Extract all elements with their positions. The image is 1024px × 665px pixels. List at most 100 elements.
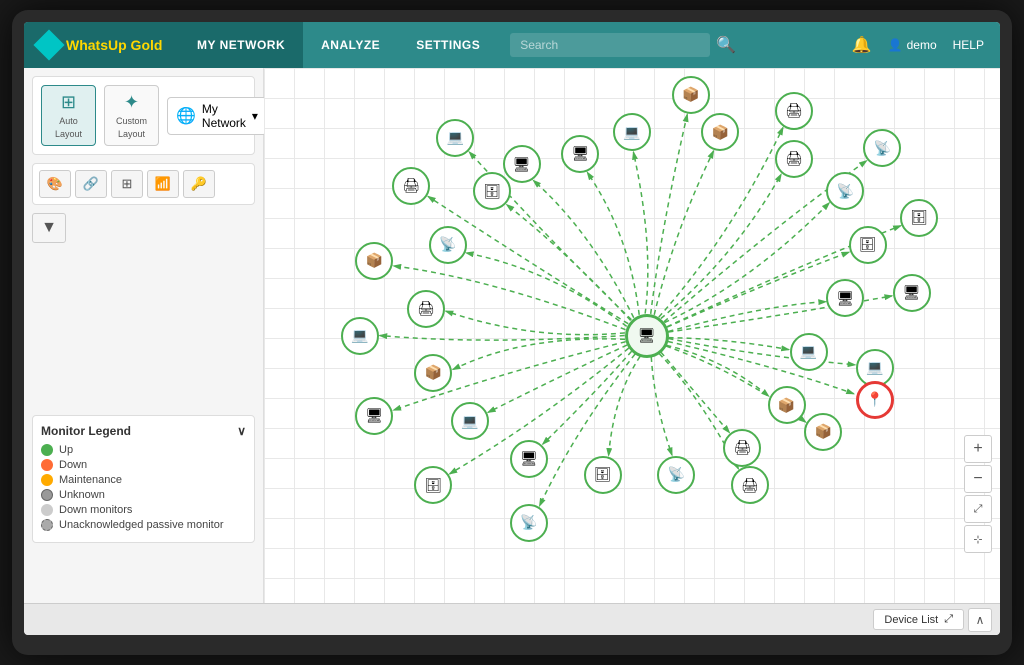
network-node-center[interactable]: 🖥 (625, 314, 669, 358)
network-node[interactable]: 📦 (414, 354, 452, 392)
node-icon: 📡 (837, 183, 854, 200)
down-status-dot (41, 459, 53, 471)
node-icon: 🗄 (594, 466, 612, 483)
node-icon: 🖥 (903, 284, 921, 301)
panel-collapse-button[interactable]: ∧ (968, 608, 992, 632)
network-node[interactable]: 💻 (341, 317, 379, 355)
network-node[interactable]: 🖥 (503, 145, 541, 183)
network-node[interactable]: 📦 (355, 242, 393, 280)
help-link[interactable]: HELP (953, 38, 984, 52)
legend-collapse-icon[interactable]: ∨ (237, 424, 246, 438)
node-icon: 📡 (520, 514, 537, 531)
network-node[interactable]: 🗄 (849, 226, 887, 264)
node-icon: 📦 (366, 252, 383, 269)
custom-layout-button[interactable]: ✦ Custom Layout (104, 85, 159, 146)
network-node-alert[interactable]: 📍 (856, 381, 894, 419)
grid-icon-btn[interactable]: ⊞ (111, 170, 143, 198)
network-node[interactable]: 📡 (510, 504, 548, 542)
network-node[interactable]: 📡 (429, 226, 467, 264)
legend-title: Monitor Legend (41, 424, 131, 438)
network-node[interactable]: 🗄 (414, 466, 452, 504)
network-node[interactable]: 🗄 (900, 199, 938, 237)
node-icon: 🖥 (572, 145, 590, 162)
fit-screen-button[interactable]: ⤢ (964, 495, 992, 523)
bottom-toolbar: Device List ⤢ ∧ (24, 603, 1000, 635)
network-node[interactable]: 🖨 (723, 429, 761, 467)
network-node[interactable]: 🖥 (355, 397, 393, 435)
link-icon-btn[interactable]: 🔗 (75, 170, 107, 198)
nav-item-mynetwork[interactable]: MY NETWORK (179, 22, 303, 68)
wifi-icon-btn[interactable]: 📶 (147, 170, 179, 198)
network-node[interactable]: 🗄 (584, 456, 622, 494)
alert-node-icon: 📍 (866, 391, 883, 408)
notification-icon[interactable]: 🔔 (852, 35, 872, 55)
legend-item-down: Down (41, 459, 246, 471)
network-node[interactable]: 📡 (826, 172, 864, 210)
monitors-status-dot (41, 504, 53, 516)
node-icon: 💻 (447, 129, 464, 146)
search-input[interactable] (510, 33, 710, 57)
key-icon-btn[interactable]: 🔑 (183, 170, 215, 198)
user-icon: 👤 (888, 38, 903, 52)
network-node[interactable]: 📡 (863, 129, 901, 167)
network-node[interactable]: 🗄 (473, 172, 511, 210)
legend-header: Monitor Legend ∨ (41, 424, 246, 438)
legend-item-maintenance: Maintenance (41, 474, 246, 486)
network-node[interactable]: 📦 (804, 413, 842, 451)
network-node[interactable]: 📦 (672, 76, 710, 114)
network-node[interactable]: 💻 (790, 333, 828, 371)
auto-layout-icon: ⊞ (61, 92, 76, 113)
legend-item-monitors: Down monitors (41, 504, 246, 516)
icon-toolbar: 🎨 🔗 ⊞ 📶 🔑 (32, 163, 255, 205)
network-selector[interactable]: 🌐 My Network ▾ (167, 97, 267, 135)
network-node[interactable]: 🖥 (561, 135, 599, 173)
legend-label-passive: Unacknowledged passive monitor (59, 519, 223, 531)
network-node[interactable]: 🖥 (893, 274, 931, 312)
network-node[interactable]: 📦 (768, 386, 806, 424)
device-list-button[interactable]: Device List ⤢ (873, 609, 964, 630)
node-icon: 🖨 (417, 300, 435, 317)
network-node[interactable]: 🖥 (826, 279, 864, 317)
nav-item-settings[interactable]: SETTINGS (398, 22, 498, 68)
network-node[interactable]: 🖨 (392, 167, 430, 205)
monitor-frame: WhatsUp Gold MY NETWORK ANALYZE SETTINGS… (12, 10, 1012, 655)
nav-item-analyze[interactable]: ANALYZE (303, 22, 398, 68)
network-node[interactable]: 💻 (613, 113, 651, 151)
network-node[interactable]: 🖨 (775, 92, 813, 130)
node-icon: 💻 (351, 327, 368, 344)
search-icon[interactable]: 🔍 (716, 35, 736, 55)
node-icon: 📦 (425, 364, 442, 381)
legend-label-unknown: Unknown (59, 489, 105, 501)
network-node[interactable]: 🖨 (775, 140, 813, 178)
network-node[interactable]: 📡 (657, 456, 695, 494)
node-icon: 🗄 (483, 183, 501, 200)
network-node[interactable]: 🖥 (510, 440, 548, 478)
unknown-status-dot (41, 489, 53, 501)
maintenance-status-dot (41, 474, 53, 486)
zoom-out-button[interactable]: − (964, 465, 992, 493)
network-node[interactable]: 🖨 (731, 466, 769, 504)
select-area-button[interactable]: ⊹ (964, 525, 992, 553)
node-icon: 🖥 (837, 290, 855, 307)
node-icon: 📦 (815, 423, 832, 440)
auto-layout-label: Auto (59, 116, 78, 126)
zoom-in-button[interactable]: + (964, 435, 992, 463)
main-content: ⊞ Auto Layout ✦ Custom Layout 🌐 My Netwo… (24, 68, 1000, 603)
network-node[interactable]: 🖨 (407, 290, 445, 328)
network-node[interactable]: 💻 (436, 119, 474, 157)
legend-item-up: Up (41, 444, 246, 456)
auto-layout-button[interactable]: ⊞ Auto Layout (41, 85, 96, 146)
node-icon: 🖨 (734, 439, 752, 456)
network-node[interactable]: 📦 (701, 113, 739, 151)
nav-logo: WhatsUp Gold (24, 22, 179, 68)
passive-status-dot (41, 519, 53, 531)
filter-button[interactable]: ▼ (32, 213, 66, 243)
custom-layout-sublabel: Layout (118, 129, 145, 139)
palette-icon-btn[interactable]: 🎨 (39, 170, 71, 198)
legend-label-maintenance: Maintenance (59, 474, 122, 486)
network-node[interactable]: 💻 (451, 402, 489, 440)
user-menu[interactable]: 👤 demo (888, 38, 937, 52)
node-icon: 🖥 (366, 407, 384, 424)
zoom-controls: + − ⤢ ⊹ (964, 435, 992, 553)
network-selector-icon: 🌐 (176, 106, 196, 126)
